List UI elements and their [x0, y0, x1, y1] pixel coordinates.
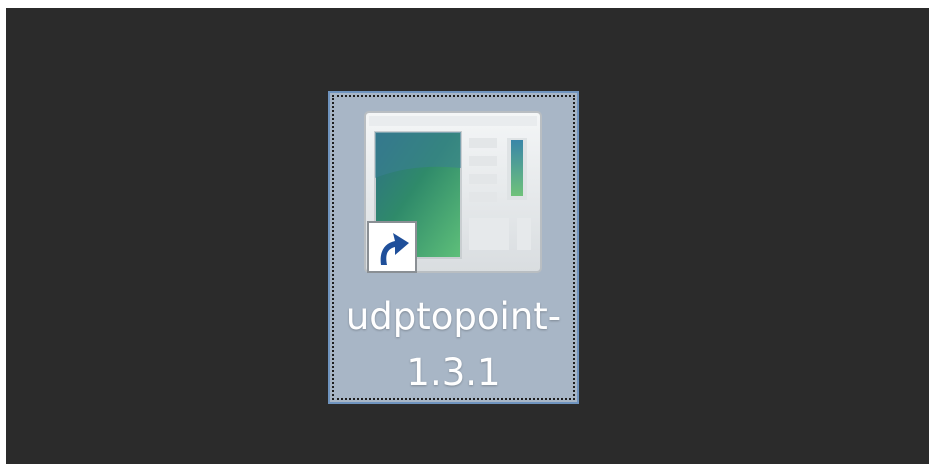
shortcut-label-line1: udptopoint- — [345, 295, 562, 338]
shortcut-label: udptopoint- 1.3.1 — [330, 289, 577, 401]
shortcut-label-line2: 1.3.1 — [406, 351, 501, 394]
desktop-background: udptopoint- 1.3.1 — [6, 8, 929, 464]
shortcut-arrow-icon — [367, 221, 417, 273]
desktop-shortcut-udptopoint[interactable]: udptopoint- 1.3.1 — [328, 91, 579, 404]
